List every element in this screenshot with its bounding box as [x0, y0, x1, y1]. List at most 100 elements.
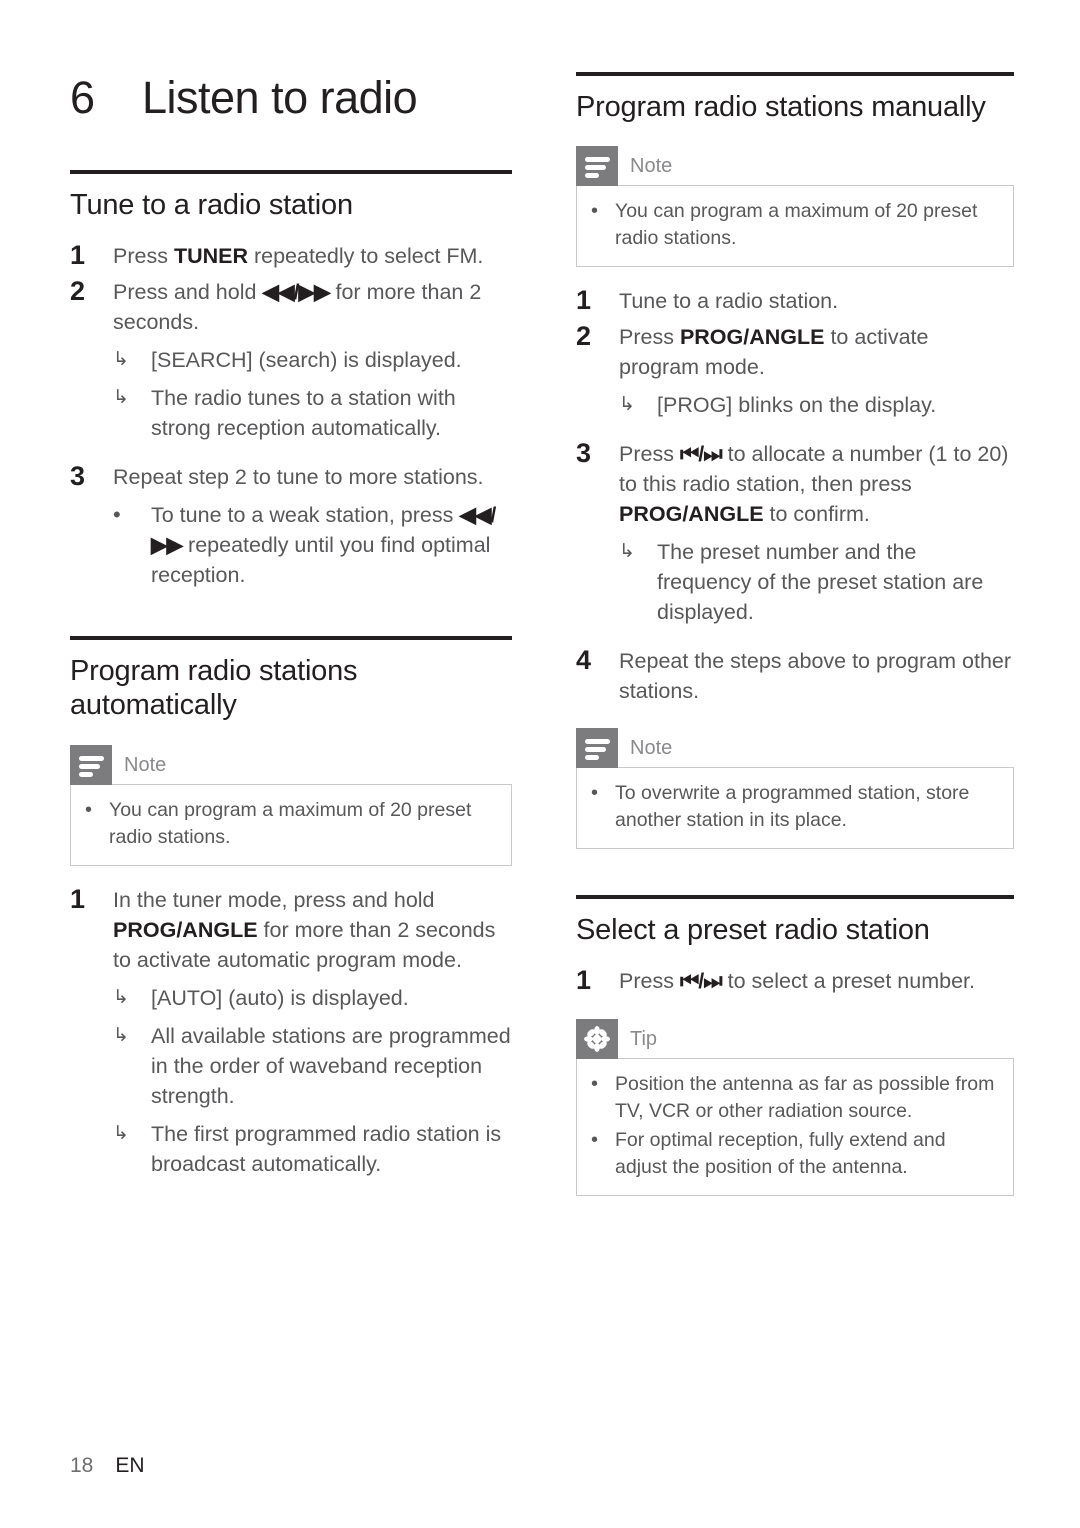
footer-language-code: EN — [115, 1454, 145, 1477]
step-text: Repeat step 2 to tune to more stations. … — [113, 459, 512, 590]
section-heading-tune: Tune to a radio station — [70, 189, 353, 221]
note-item: • You can program a maximum of 20 preset… — [85, 797, 497, 851]
step-result: ↳ [AUTO] (auto) is displayed. — [113, 983, 512, 1013]
rewind-fastforward-icon: ◀◀/▶▶ — [262, 280, 330, 305]
section-heading-select-preset: Select a preset radio station — [576, 914, 930, 947]
note-item-text: To overwrite a programmed station, store… — [615, 782, 970, 832]
result-arrow-icon: ↳ — [619, 541, 635, 563]
chapter-title: Listen to radio — [142, 72, 418, 123]
step-item: 2 Press PROG/ANGLE to activate program m… — [576, 319, 1014, 420]
result-text: To tune to a weak station, press ◀◀/▶▶ r… — [151, 500, 512, 590]
step-text-before: Press — [619, 969, 680, 994]
chapter-title-block: 6 Listen to radio — [70, 72, 512, 124]
step-result: ↳ [SEARCH] (search) is displayed. — [113, 345, 512, 375]
step-text: In the tuner mode, press and hold PROG/A… — [113, 882, 512, 1179]
step-number: 3 — [70, 461, 86, 492]
note-label: Note — [630, 737, 673, 760]
steps-program-manual: 1 Tune to a radio station. 2 Press PROG/… — [576, 283, 1014, 706]
result-text: The preset number and the frequency of t… — [657, 540, 984, 625]
section-heading-program-auto: Program radio stations automatically — [70, 655, 358, 722]
tip-tab: Tip — [576, 1019, 1014, 1060]
note-box: • To overwrite a programmed station, sto… — [576, 767, 1014, 850]
tip-box: • Position the antenna as far as possibl… — [576, 1058, 1014, 1197]
footer-page-number: 18 — [70, 1454, 94, 1477]
starburst-icon — [576, 1019, 618, 1060]
step-bold-term: PROG/ANGLE — [679, 325, 825, 350]
result-text: [AUTO] (auto) is displayed. — [151, 985, 409, 1010]
tip-item: • Position the antenna as far as possibl… — [591, 1071, 999, 1125]
note-item-text: You can program a maximum of 20 preset r… — [615, 200, 978, 250]
result-text: The first programmed radio station is br… — [151, 1121, 502, 1176]
result-text: All available stations are programmed in… — [151, 1023, 511, 1108]
step-number: 4 — [576, 645, 592, 676]
step-number: 2 — [70, 276, 86, 307]
step-item: 3 Repeat step 2 to tune to more stations… — [70, 459, 512, 590]
step-item: 4 Repeat the steps above to program othe… — [576, 643, 1014, 706]
section-rule — [70, 636, 512, 641]
note-lines-icon — [70, 744, 112, 785]
note-callout: Note • You can program a maximum of 20 p… — [576, 146, 1014, 268]
result-text: [SEARCH] (search) is displayed. — [151, 348, 462, 373]
step-bold-term: PROG/ANGLE — [619, 502, 764, 527]
bullet-icon: • — [85, 798, 93, 821]
step-number: 1 — [70, 240, 86, 271]
result-arrow-icon: ↳ — [113, 387, 129, 409]
note-tab: Note — [576, 146, 1014, 187]
note-tab: Note — [576, 728, 1014, 769]
step-text: Press PROG/ANGLE to activate program mod… — [619, 319, 1014, 420]
step-text-before: Press — [619, 442, 680, 467]
step-bold-term: PROG/ANGLE — [113, 917, 258, 942]
step-item: 2 Press and hold ◀◀/▶▶ for more than 2 s… — [70, 274, 512, 443]
step-text-after: repeatedly to select FM. — [248, 244, 484, 269]
result-arrow-icon: ↳ — [619, 394, 635, 416]
note-callout: Note • You can program a maximum of 20 p… — [70, 744, 512, 866]
step-text: Tune to a radio station. — [619, 289, 839, 314]
tip-callout: Tip • Position the antenna as far as pos… — [576, 1019, 1014, 1197]
steps-program-auto: 1 In the tuner mode, press and hold PROG… — [70, 882, 512, 1179]
step-text: Press TUNER repeatedly to select FM. — [113, 238, 512, 271]
steps-select-preset: 1 Press ⏮/⏭ to select a preset number. — [576, 963, 1014, 997]
note-box: • You can program a maximum of 20 preset… — [70, 783, 512, 866]
step-result: ↳ The radio tunes to a station with stro… — [113, 383, 512, 443]
steps-tune: 1 Press TUNER repeatedly to select FM. 2… — [70, 238, 512, 590]
page-footer: 18 EN — [70, 1454, 145, 1478]
result-arrow-icon: ↳ — [113, 986, 129, 1008]
bullet-icon: • — [591, 1129, 599, 1152]
result-text-before: To tune to a weak station, press — [151, 503, 460, 528]
note-label: Note — [630, 155, 673, 178]
step-number: 2 — [576, 321, 592, 352]
result-arrow-icon: ↳ — [113, 1122, 129, 1144]
bullet-icon: • — [591, 1073, 599, 1096]
step-text: Repeat the steps above to program other … — [619, 649, 1012, 704]
note-item: • You can program a maximum of 20 preset… — [591, 198, 999, 252]
section-rule — [576, 895, 1014, 900]
step-text-before: Press — [113, 244, 174, 269]
bullet-icon: • — [113, 502, 121, 528]
tip-item: • For optimal reception, fully extend an… — [591, 1127, 999, 1181]
note-item-text: You can program a maximum of 20 preset r… — [109, 798, 472, 848]
tip-item-text: Position the antenna as far as possible … — [615, 1073, 995, 1123]
section-rule — [70, 170, 512, 174]
manual-page: 6 Listen to radio Tune to a radio statio… — [0, 0, 1080, 1528]
step-item: 1 Press ⏮/⏭ to select a preset number. — [576, 963, 1014, 997]
note-item: • To overwrite a programmed station, sto… — [591, 780, 999, 834]
step-bold-term: TUNER — [173, 244, 248, 269]
step-text-before: Press — [619, 325, 680, 350]
right-column: Program radio stations manually Note • Y… — [576, 0, 1014, 1197]
skip-prev-next-icon: ⏮/⏭ — [679, 442, 723, 467]
result-arrow-icon: ↳ — [113, 349, 129, 371]
section-rule — [576, 72, 1014, 76]
step-item: 1 Tune to a radio station. — [576, 283, 1014, 317]
step-text-after: to confirm. — [763, 502, 870, 527]
step-text: Press ⏮/⏭ to select a preset number. — [619, 963, 1014, 996]
note-label: Note — [124, 753, 167, 776]
note-lines-icon — [576, 146, 618, 187]
note-lines-icon — [576, 728, 618, 769]
result-arrow-icon: ↳ — [113, 1024, 129, 1046]
bullet-icon: • — [591, 782, 599, 805]
tip-label: Tip — [630, 1028, 658, 1051]
step-number: 1 — [576, 285, 592, 316]
